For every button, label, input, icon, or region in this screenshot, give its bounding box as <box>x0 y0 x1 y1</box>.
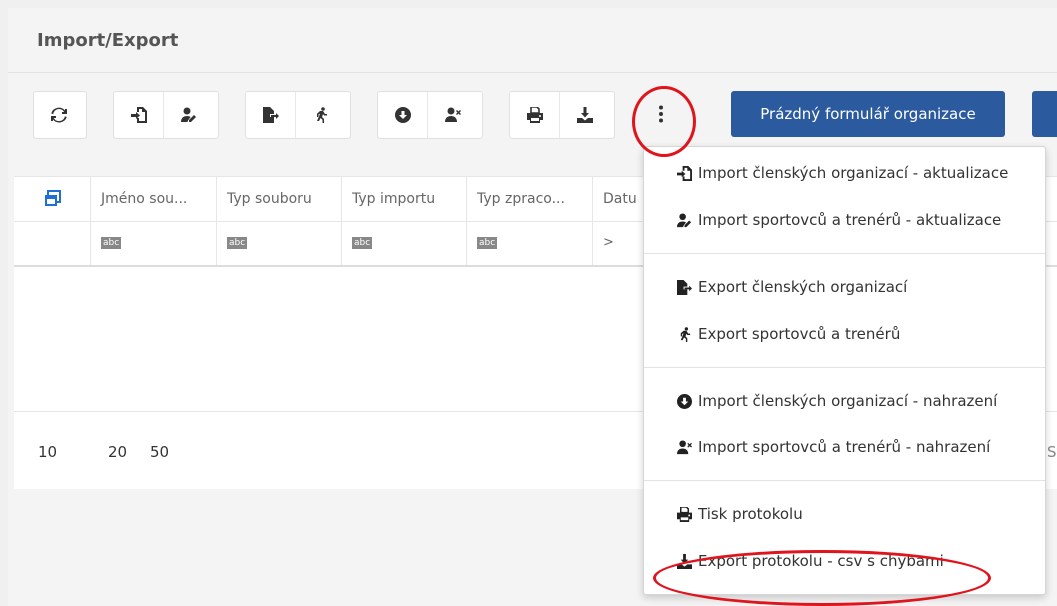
page-title: Import/Export <box>37 30 179 51</box>
highlight-circle-export-protocol <box>653 550 991 606</box>
more-actions-menu: Import členských organizací - aktualizac… <box>643 146 1046 595</box>
filter-cell-filename[interactable]: abc <box>91 221 217 265</box>
menu-item-label: Import členských organizací - aktualizac… <box>698 164 1009 182</box>
filter-cell-file-type[interactable]: abc <box>217 221 342 265</box>
menu-item-label: Tisk protokolu <box>698 505 803 523</box>
menu-item-label: Import členských organizací - nahrazení <box>698 392 998 410</box>
filter-abc-icon: abc <box>101 236 122 249</box>
menu-separator <box>644 480 1045 481</box>
column-header-file-type[interactable]: Typ souboru <box>217 177 342 221</box>
filter-cell-processing-type[interactable]: abc <box>467 221 593 265</box>
export-protocol-button[interactable] <box>560 92 610 138</box>
running-icon <box>680 326 691 342</box>
menu-item-label: Import sportovců a trenérů - nahrazení <box>698 438 991 456</box>
arrow-circle-down-icon <box>677 393 692 409</box>
user-times-icon <box>677 439 692 454</box>
menu-item-import-organizations-update[interactable]: Import členských organizací - aktualizac… <box>677 162 1008 184</box>
menu-item-print-protocol[interactable]: Tisk protokolu <box>677 503 803 525</box>
file-export-icon <box>677 279 692 295</box>
menu-separator <box>644 253 1045 254</box>
filter-abc-icon: abc <box>477 236 498 249</box>
user-edit-icon <box>677 212 692 227</box>
empty-organization-form-button[interactable]: Prázdný formulář organizace <box>731 91 1005 137</box>
toolbar-group-refresh <box>33 91 87 139</box>
panel-header: Import/Export <box>8 8 1057 73</box>
page-size-50[interactable]: 50 <box>150 443 169 461</box>
menu-item-import-organizations-replace[interactable]: Import členských organizací - nahrazení <box>677 390 997 412</box>
secondary-primary-button[interactable] <box>1032 91 1057 137</box>
import-organizations-replace-button[interactable] <box>378 92 428 138</box>
refresh-button[interactable] <box>34 92 84 138</box>
refresh-icon <box>51 107 67 123</box>
download-icon <box>577 107 593 123</box>
arrow-circle-down-icon <box>394 107 411 123</box>
column-header-processing-type[interactable]: Typ zpraco... <box>467 177 593 221</box>
menu-item-label: Import sportovců a trenérů - aktualizace <box>698 211 1002 229</box>
page-size-10[interactable]: 10 <box>38 443 57 461</box>
highlight-circle-more-button <box>632 86 696 157</box>
filter-abc-icon: abc <box>227 236 248 249</box>
menu-item-import-athletes-update[interactable]: Import sportovců a trenérů - aktualizace <box>677 209 1001 231</box>
menu-item-export-athletes[interactable]: Export sportovců a trenérů <box>677 323 900 345</box>
print-protocol-button[interactable] <box>510 92 560 138</box>
import-athletes-replace-button[interactable] <box>428 92 478 138</box>
running-icon <box>317 107 327 123</box>
export-athletes-button[interactable] <box>296 92 346 138</box>
menu-item-export-organizations[interactable]: Export členských organizací <box>677 276 907 298</box>
file-import-icon <box>130 107 147 123</box>
import-athletes-update-button[interactable] <box>164 92 214 138</box>
file-import-icon <box>677 165 692 181</box>
user-times-icon <box>445 107 461 122</box>
file-export-icon <box>262 107 279 123</box>
column-chooser-cell[interactable] <box>14 177 91 221</box>
toolbar-group-import <box>113 91 219 139</box>
filter-cell-empty <box>14 221 91 265</box>
toolbar-group-protocol <box>509 91 615 139</box>
filter-abc-icon: abc <box>352 236 373 249</box>
menu-item-import-athletes-replace[interactable]: Import sportovců a trenérů - nahrazení <box>677 436 990 458</box>
menu-item-label: Export sportovců a trenérů <box>698 325 901 343</box>
user-edit-icon <box>181 107 196 122</box>
page-size-20[interactable]: 20 <box>108 443 127 461</box>
toolbar-group-replace <box>377 91 483 139</box>
menu-separator <box>644 367 1045 368</box>
print-icon <box>526 107 543 123</box>
pager-trailing-text: St <box>1047 443 1057 461</box>
import-organizations-update-button[interactable] <box>114 92 164 138</box>
column-header-filename[interactable]: Jméno sou... <box>91 177 217 221</box>
toolbar-group-export <box>245 91 351 139</box>
filter-cell-import-type[interactable]: abc <box>342 221 467 265</box>
menu-item-label: Export členských organizací <box>698 278 908 296</box>
column-header-import-type[interactable]: Typ importu <box>342 177 467 221</box>
print-icon <box>677 506 692 522</box>
export-organizations-button[interactable] <box>246 92 296 138</box>
column-chooser-icon <box>45 190 61 206</box>
